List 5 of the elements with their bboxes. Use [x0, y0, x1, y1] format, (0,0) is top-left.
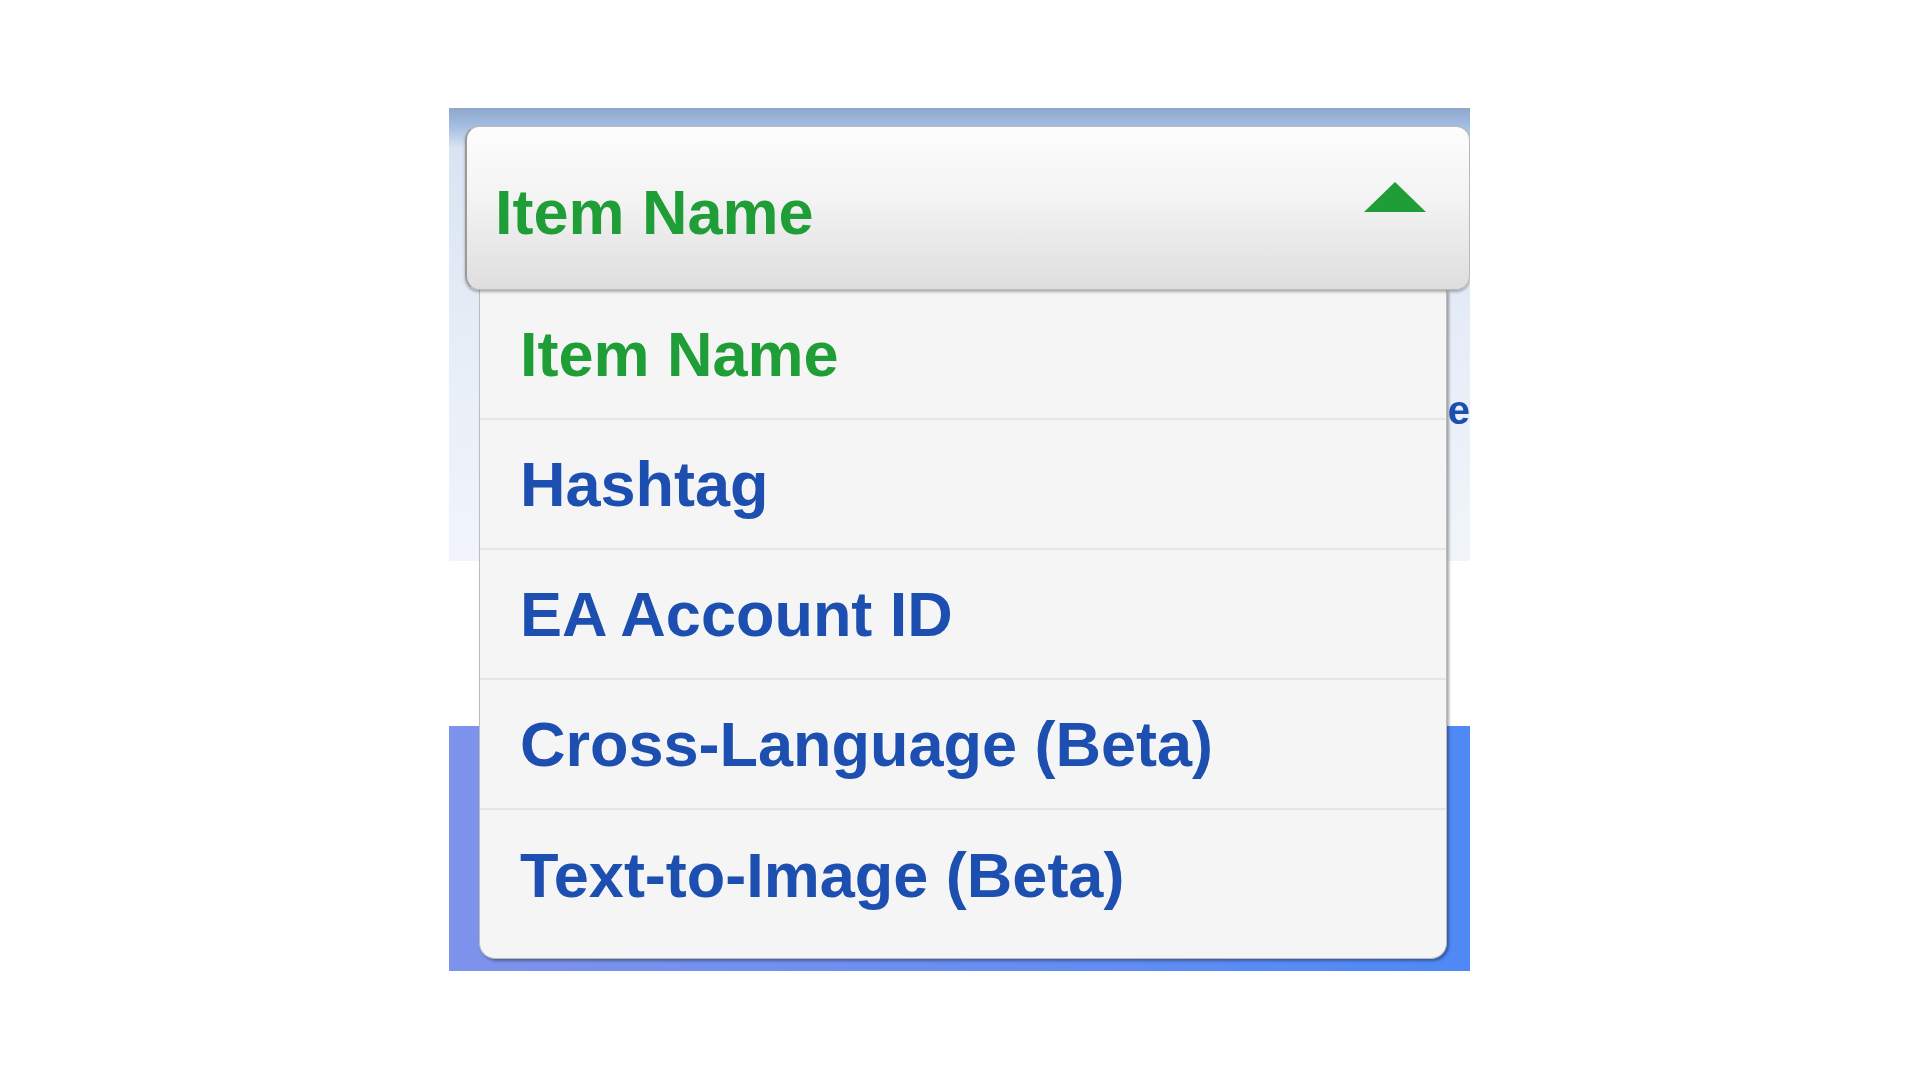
dropdown-option[interactable]: Text-to-Image (Beta) [480, 810, 1446, 940]
dropdown-option[interactable]: Hashtag [480, 420, 1446, 550]
dropdown-option[interactable]: EA Account ID [480, 550, 1446, 680]
dropdown-option[interactable]: Cross-Language (Beta) [480, 680, 1446, 810]
text-fragment: e [1447, 390, 1470, 430]
